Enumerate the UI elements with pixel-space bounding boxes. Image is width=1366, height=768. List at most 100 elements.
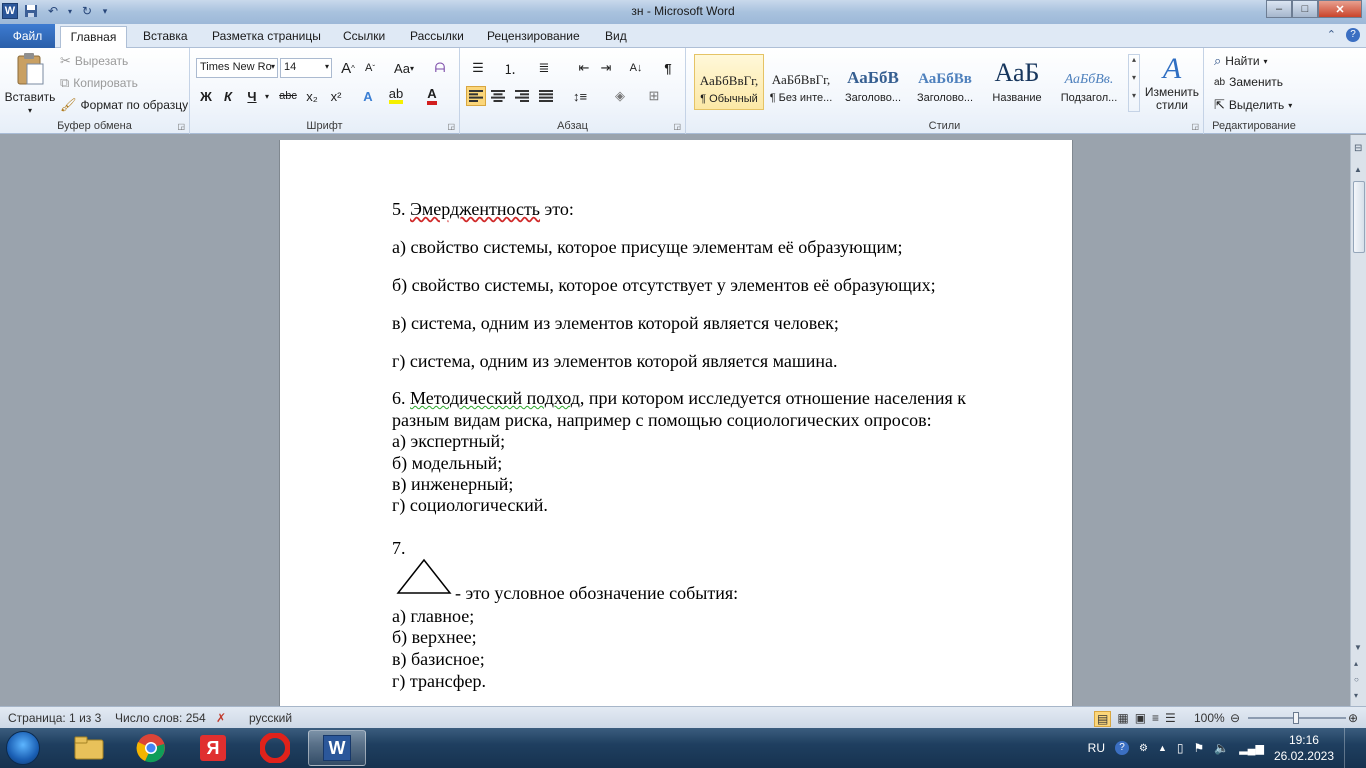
previous-page-icon[interactable]: ▴: [1354, 659, 1358, 668]
q7-option-b[interactable]: б) верхнее;: [392, 626, 477, 648]
replace-button[interactable]: ab Заменить: [1214, 75, 1283, 89]
borders-icon[interactable]: ⊞: [644, 86, 664, 106]
zoom-level[interactable]: 100%: [1194, 711, 1225, 725]
font-launcher-icon[interactable]: ◲: [447, 122, 455, 131]
superscript-button[interactable]: x²: [326, 86, 346, 106]
underline-dropdown-icon[interactable]: ▾: [262, 86, 272, 106]
show-desktop-button[interactable]: [1344, 728, 1358, 768]
yandex-taskbar-icon[interactable]: Я: [186, 730, 240, 766]
line-spacing-icon[interactable]: ↕≡: [570, 86, 590, 106]
subscript-button[interactable]: x₂: [302, 86, 322, 106]
proofing-icon[interactable]: ✗: [216, 711, 226, 725]
highlight-color-icon[interactable]: ab: [386, 86, 406, 106]
vertical-scrollbar[interactable]: ⊟ ▲ ▼ ▴ ○ ▾: [1350, 135, 1366, 706]
question-6[interactable]: 6. Методический подход, при котором иссл…: [392, 387, 966, 409]
tab-review[interactable]: Рецензирование: [487, 26, 580, 48]
tab-page-layout[interactable]: Разметка страницы: [212, 26, 321, 48]
page-indicator[interactable]: Страница: 1 из 3: [8, 711, 101, 725]
input-language[interactable]: RU: [1088, 741, 1105, 755]
web-layout-icon[interactable]: ▣: [1135, 711, 1146, 727]
multilevel-list-icon[interactable]: ≣: [534, 58, 554, 78]
opera-taskbar-icon[interactable]: [248, 730, 302, 766]
network-icon[interactable]: ▂▄▆: [1239, 742, 1264, 755]
tab-home[interactable]: Главная: [60, 26, 127, 48]
q7-option-c[interactable]: в) базисное;: [392, 648, 485, 670]
show-hidden-icons-icon[interactable]: ▲: [1158, 743, 1167, 753]
justify-icon[interactable]: [536, 86, 556, 106]
language-indicator[interactable]: русский: [249, 711, 292, 725]
change-case-button[interactable]: Aa ▾: [390, 58, 418, 78]
style-heading1[interactable]: АаБбВ Заголово...: [838, 54, 908, 110]
tab-mailings[interactable]: Рассылки: [410, 26, 464, 48]
word-count[interactable]: Число слов: 254: [115, 711, 206, 725]
q7-option-a[interactable]: а) главное;: [392, 605, 474, 627]
tab-view[interactable]: Вид: [605, 26, 627, 48]
find-button[interactable]: ⌕ Найти ▾: [1214, 53, 1268, 69]
shrink-font-button[interactable]: Aˇ: [360, 58, 380, 78]
sort-icon[interactable]: A↓: [626, 58, 646, 78]
q5-option-b[interactable]: б) свойство системы, которое отсутствует…: [392, 274, 936, 296]
zoom-slider[interactable]: [1248, 712, 1346, 724]
font-name-dropdown-icon[interactable]: ▾: [271, 62, 275, 71]
bold-button[interactable]: Ж: [196, 86, 216, 106]
clear-formatting-icon[interactable]: ᗩ: [430, 58, 450, 78]
triangle-event-symbol[interactable]: [396, 558, 452, 596]
font-size-combobox[interactable]: 14 ▾: [280, 58, 332, 78]
q6-option-b[interactable]: б) модельный;: [392, 452, 502, 474]
font-size-dropdown-icon[interactable]: ▾: [325, 62, 329, 71]
numbering-icon[interactable]: ⒈: [500, 58, 520, 78]
outline-icon[interactable]: ≡: [1152, 711, 1159, 727]
close-button[interactable]: ✕: [1318, 0, 1362, 18]
cut-button[interactable]: ✂ Вырезать: [60, 53, 128, 69]
q6-line2[interactable]: разным видам риска, например с помощью с…: [392, 409, 932, 431]
decrease-indent-icon[interactable]: ⇤: [574, 58, 594, 78]
underline-button[interactable]: Ч: [242, 86, 262, 106]
bullets-icon[interactable]: ☰: [468, 58, 488, 78]
q6-option-d[interactable]: г) социологический.: [392, 494, 548, 516]
format-painter-button[interactable]: 🖌 Формат по образцу: [60, 97, 188, 113]
style-normal[interactable]: АаБбВвГг, ¶ Обычный: [694, 54, 764, 110]
volume-icon[interactable]: 🔈: [1214, 741, 1229, 755]
minimize-ribbon-icon[interactable]: ⌃: [1327, 28, 1336, 42]
tab-references[interactable]: Ссылки: [343, 26, 385, 48]
strikethrough-button[interactable]: abc: [278, 86, 298, 106]
style-no-spacing[interactable]: АаБбВвГг, ¶ Без инте...: [766, 54, 836, 110]
style-heading2[interactable]: АаБбВв Заголово...: [910, 54, 980, 110]
word-taskbar-icon[interactable]: W: [308, 730, 366, 766]
clock[interactable]: 19:16 26.02.2023: [1274, 732, 1334, 764]
scroll-down-icon[interactable]: ▼: [1354, 643, 1362, 652]
font-name-combobox[interactable]: Times New Ro ▾: [196, 58, 278, 78]
draft-icon[interactable]: ☰: [1165, 711, 1176, 727]
grow-font-button[interactable]: A ^: [338, 58, 358, 78]
start-button[interactable]: [6, 731, 40, 765]
paste-dropdown-icon[interactable]: ▾: [28, 106, 32, 115]
clipboard-launcher-icon[interactable]: ◲: [177, 122, 185, 131]
minimize-button[interactable]: –: [1266, 0, 1292, 18]
paragraph-launcher-icon[interactable]: ◲: [673, 122, 681, 131]
explorer-taskbar-icon[interactable]: [62, 730, 116, 766]
help-icon[interactable]: ?: [1346, 28, 1360, 42]
align-left-icon[interactable]: [466, 86, 486, 106]
q5-option-c[interactable]: в) система, одним из элементов которой я…: [392, 312, 839, 334]
next-page-icon[interactable]: ▾: [1354, 691, 1358, 700]
question-5[interactable]: 5. Эмерджентность это:: [392, 198, 574, 220]
scrollbar-thumb[interactable]: [1353, 181, 1365, 253]
maximize-button[interactable]: □: [1292, 0, 1318, 18]
zoom-slider-thumb[interactable]: [1293, 712, 1299, 724]
scroll-up-icon[interactable]: ▲: [1354, 165, 1362, 174]
font-color-icon[interactable]: A: [422, 86, 442, 106]
full-screen-reading-icon[interactable]: ▦: [1117, 711, 1128, 727]
select-button[interactable]: ⇱ Выделить ▾: [1214, 97, 1292, 113]
align-right-icon[interactable]: [512, 86, 532, 106]
styles-gallery-scroll[interactable]: ▴ ▾ ▾: [1128, 54, 1140, 112]
q6-option-c[interactable]: в) инженерный;: [392, 473, 513, 495]
zoom-out-icon[interactable]: ⊖: [1230, 711, 1240, 725]
styles-launcher-icon[interactable]: ◲: [1191, 122, 1199, 131]
zoom-in-icon[interactable]: ⊕: [1348, 711, 1358, 725]
align-center-icon[interactable]: [488, 86, 508, 106]
q5-option-a[interactable]: а) свойство системы, которое присуще эле…: [392, 236, 903, 258]
italic-button[interactable]: К: [218, 86, 238, 106]
language-bar-help-icon[interactable]: ?: [1115, 741, 1129, 755]
ruler-toggle-icon[interactable]: ⊟: [1354, 143, 1362, 154]
change-styles-button[interactable]: A Изменить стили: [1144, 52, 1200, 112]
